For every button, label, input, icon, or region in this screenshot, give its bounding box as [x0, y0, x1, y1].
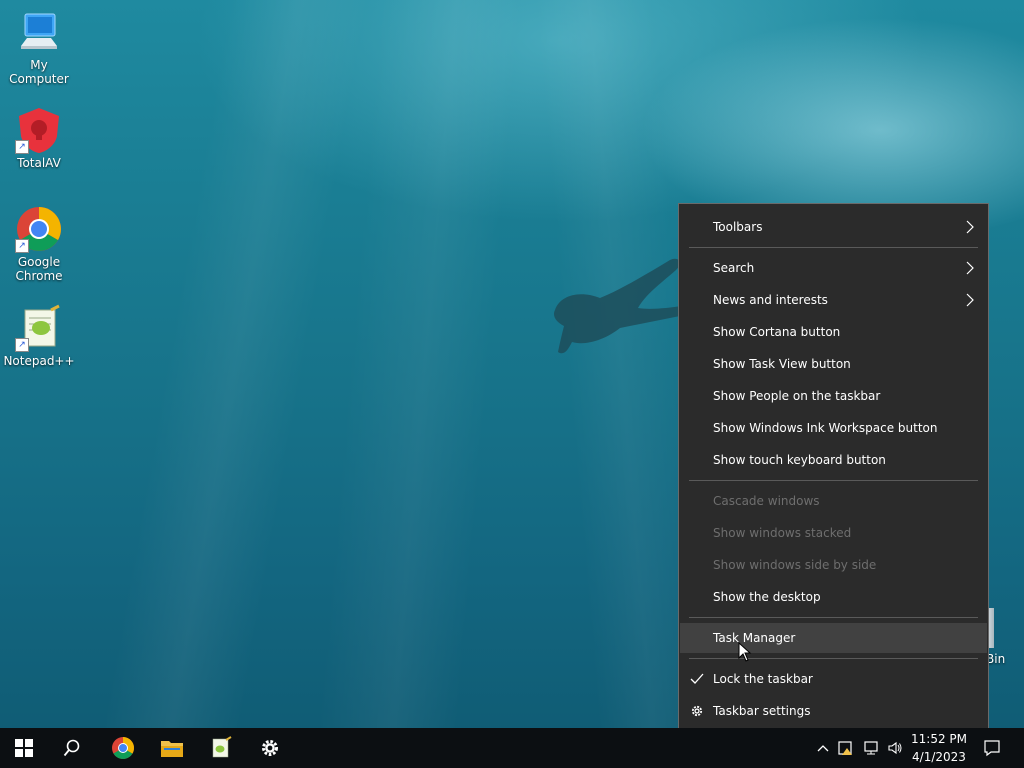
menu-item-label: Show People on the taskbar	[713, 389, 881, 403]
search-icon	[63, 739, 80, 757]
desktop-icon-label: Notepad++	[3, 354, 75, 368]
menu-item-label: Show touch keyboard button	[713, 453, 886, 467]
chevron-right-icon	[966, 293, 974, 307]
menu-item-label: Show Task View button	[713, 357, 851, 371]
menu-separator	[689, 658, 978, 659]
menu-separator	[689, 247, 978, 248]
gear-icon	[691, 705, 703, 717]
menu-item-label: Show windows side by side	[713, 558, 877, 572]
windows-icon	[15, 739, 33, 757]
chevron-right-icon	[966, 261, 974, 275]
taskbar-chrome-button[interactable]	[99, 728, 147, 768]
shortcut-arrow-icon: ↗	[15, 338, 29, 352]
desktop-icon-totalav[interactable]: ↗ TotalAV	[1, 106, 77, 170]
volume-icon	[888, 741, 902, 755]
menu-item-show-the-desktop[interactable]: Show the desktop	[680, 582, 987, 612]
desktop-icon-google-chrome[interactable]: ↗ Google Chrome	[1, 205, 77, 283]
checkmark-icon	[690, 673, 704, 684]
tray-clock[interactable]: 11:52 PM 4/1/2023	[906, 728, 972, 768]
search-button[interactable]	[48, 728, 96, 768]
desktop-icon-notepadpp[interactable]: ↗ Notepad++	[1, 304, 77, 368]
chrome-icon	[112, 737, 134, 759]
menu-item-label: Lock the taskbar	[713, 672, 813, 686]
tray-security-button[interactable]	[836, 728, 856, 768]
menu-item-label: Taskbar settings	[713, 704, 811, 718]
taskbar: 11:52 PM 4/1/2023	[0, 728, 1024, 768]
security-warning-icon	[838, 741, 852, 755]
menu-item-show-windows-side-by-side: Show windows side by side	[680, 550, 987, 580]
tray-network-button[interactable]	[860, 728, 882, 768]
menu-item-toolbars[interactable]: Toolbars	[680, 212, 987, 242]
menu-item-label: Show the desktop	[713, 590, 821, 604]
desktop-icon-my-computer[interactable]: My Computer	[1, 8, 77, 86]
menu-item-show-touch-keyboard[interactable]: Show touch keyboard button	[680, 445, 987, 475]
chevron-up-icon	[817, 745, 829, 752]
desktop-icon-label: TotalAV	[17, 156, 61, 170]
menu-item-search[interactable]: Search	[680, 253, 987, 283]
notepadpp-icon: ↗	[15, 304, 63, 352]
menu-item-taskbar-settings[interactable]: Taskbar settings	[680, 696, 987, 726]
chrome-icon: ↗	[15, 205, 63, 253]
menu-separator	[689, 480, 978, 481]
taskbar-file-explorer-button[interactable]	[148, 728, 196, 768]
folder-icon	[161, 741, 183, 757]
notification-icon	[984, 740, 1000, 757]
taskbar-notepadpp-button[interactable]	[197, 728, 245, 768]
totalav-icon: ↗	[15, 106, 63, 154]
show-hidden-icons-button[interactable]	[814, 728, 832, 768]
menu-item-lock-the-taskbar[interactable]: Lock the taskbar	[680, 664, 987, 694]
menu-separator	[689, 617, 978, 618]
menu-item-task-manager[interactable]: Task Manager	[680, 623, 987, 653]
menu-item-news-and-interests[interactable]: News and interests	[680, 285, 987, 315]
menu-item-label: Task Manager	[713, 631, 796, 645]
start-button[interactable]	[0, 728, 48, 768]
shortcut-arrow-icon: ↗	[15, 140, 29, 154]
menu-item-label: News and interests	[713, 293, 828, 307]
menu-item-label: Show Windows Ink Workspace button	[713, 421, 938, 435]
menu-item-label: Show windows stacked	[713, 526, 852, 540]
menu-item-label: Cascade windows	[713, 494, 820, 508]
network-icon	[864, 741, 878, 755]
shortcut-arrow-icon: ↗	[15, 239, 29, 253]
notepadpp-icon	[212, 736, 232, 758]
desktop-icon-label: Google Chrome	[15, 255, 63, 283]
desktop-icon-label: My Computer	[9, 58, 69, 86]
clock-date: 4/1/2023	[912, 750, 966, 764]
taskbar-settings-button[interactable]	[246, 728, 294, 768]
wallpaper-swimmer	[554, 258, 687, 354]
menu-item-label: Show Cortana button	[713, 325, 841, 339]
menu-item-cascade-windows: Cascade windows	[680, 486, 987, 516]
tray-volume-button[interactable]	[884, 728, 906, 768]
menu-item-show-windows-stacked: Show windows stacked	[680, 518, 987, 548]
menu-item-show-people[interactable]: Show People on the taskbar	[680, 381, 987, 411]
menu-item-label: Toolbars	[713, 220, 763, 234]
menu-item-show-task-view-button[interactable]: Show Task View button	[680, 349, 987, 379]
clock-time: 11:52 PM	[911, 732, 967, 746]
menu-item-show-cortana-button[interactable]: Show Cortana button	[680, 317, 987, 347]
computer-icon	[15, 8, 63, 56]
menu-item-label: Search	[713, 261, 755, 275]
gear-icon	[262, 740, 278, 756]
menu-item-show-ink-workspace[interactable]: Show Windows Ink Workspace button	[680, 413, 987, 443]
action-center-button[interactable]	[976, 728, 1008, 768]
taskbar-context-menu: Toolbars Search News and interests Show …	[678, 203, 989, 733]
chevron-right-icon	[966, 220, 974, 234]
